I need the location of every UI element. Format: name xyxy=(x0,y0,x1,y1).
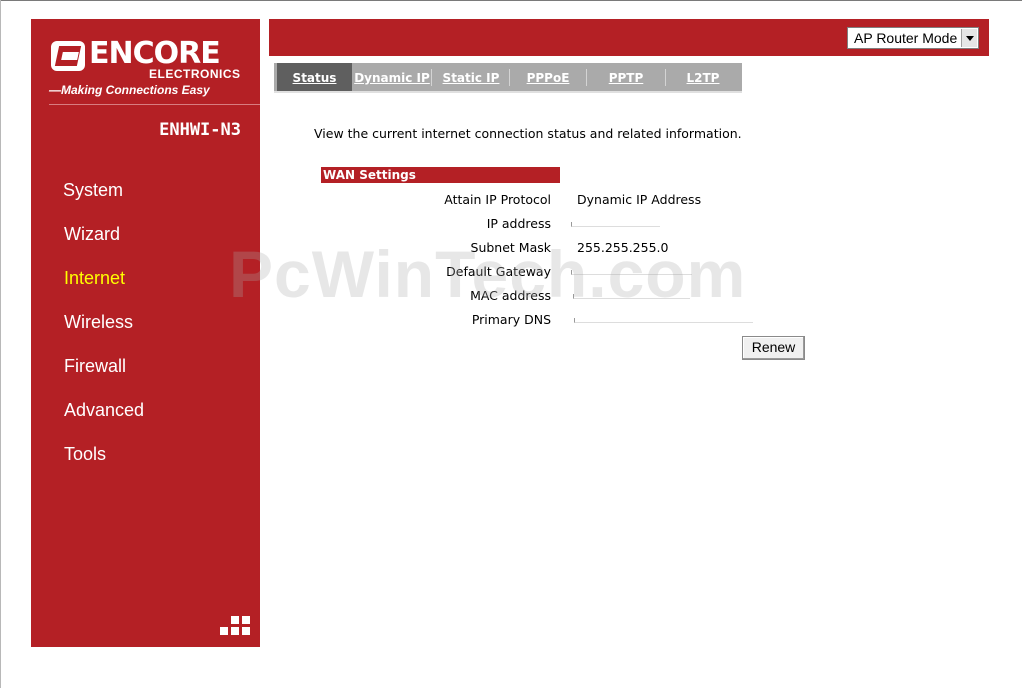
redacted-value xyxy=(574,318,753,323)
tab-pptp[interactable]: PPTP xyxy=(587,63,665,91)
model-name: ENHWI-N3 xyxy=(159,120,241,140)
tab-dynamic-ip[interactable]: Dynamic IP xyxy=(352,63,432,91)
wan-label: Primary DNS xyxy=(471,312,551,327)
renew-button[interactable]: Renew xyxy=(742,336,805,360)
nav-item-internet[interactable]: Internet xyxy=(31,262,260,306)
nav-item-wizard[interactable]: Wizard xyxy=(31,218,260,262)
encore-logo-icon xyxy=(51,41,85,71)
redacted-value xyxy=(571,270,692,275)
router-mode-dropdown-icon[interactable] xyxy=(961,29,977,47)
wan-label: IP address xyxy=(486,216,551,231)
wan-value: 255.255.255.0 xyxy=(577,240,669,255)
wan-settings-heading: WAN Settings xyxy=(321,167,560,183)
wan-label: MAC address xyxy=(470,288,551,303)
nav-item-tools[interactable]: Tools xyxy=(31,438,260,482)
nav-item-system[interactable]: System xyxy=(31,174,260,218)
logo-divider xyxy=(49,104,260,105)
brand-logo: ENCORE ELECTRONICS —Making Connections E… xyxy=(49,36,260,123)
tab-static-ip[interactable]: Static IP xyxy=(432,63,510,91)
router-mode-select[interactable]: AP Router Mode xyxy=(847,27,979,49)
brand-subtitle: ELECTRONICS xyxy=(149,67,241,81)
wan-label: Attain IP Protocol xyxy=(444,192,551,207)
tab-status[interactable]: Status xyxy=(277,63,352,91)
tab-l2tp[interactable]: L2TP xyxy=(666,63,740,91)
wan-row-subnet-mask: Subnet Mask 255.255.255.0 xyxy=(321,240,801,264)
wan-value: Dynamic IP Address xyxy=(577,192,702,207)
grid-icon xyxy=(218,616,252,638)
nav-item-wireless[interactable]: Wireless xyxy=(31,306,260,350)
nav-item-firewall[interactable]: Firewall xyxy=(31,350,260,394)
main-nav: System Wizard Internet Wireless Firewall… xyxy=(31,174,260,482)
wan-row-protocol: Attain IP Protocol Dynamic IP Address xyxy=(321,192,801,216)
tab-bar: Status Dynamic IP Static IP PPPoE PPTP L… xyxy=(274,63,742,93)
wan-row-ip-address: IP address xyxy=(321,216,801,240)
redacted-value xyxy=(573,294,690,299)
tab-pppoe[interactable]: PPPoE xyxy=(510,63,586,91)
wan-label: Subnet Mask xyxy=(470,240,551,255)
brand-tagline: —Making Connections Easy xyxy=(49,83,210,97)
wan-row-mac-address: MAC address xyxy=(321,288,801,312)
nav-item-advanced[interactable]: Advanced xyxy=(31,394,260,438)
wan-row-default-gateway: Default Gateway xyxy=(321,264,801,288)
brand-name: ENCORE xyxy=(89,36,221,71)
wan-row-primary-dns: Primary DNS xyxy=(321,312,801,336)
page-description: View the current internet connection sta… xyxy=(314,126,742,141)
window-top-border xyxy=(1,0,1022,1)
router-mode-value: AP Router Mode xyxy=(854,30,958,46)
wan-label: Default Gateway xyxy=(446,264,551,279)
redacted-value xyxy=(571,222,660,227)
sidebar: ENCORE ELECTRONICS —Making Connections E… xyxy=(31,19,260,647)
